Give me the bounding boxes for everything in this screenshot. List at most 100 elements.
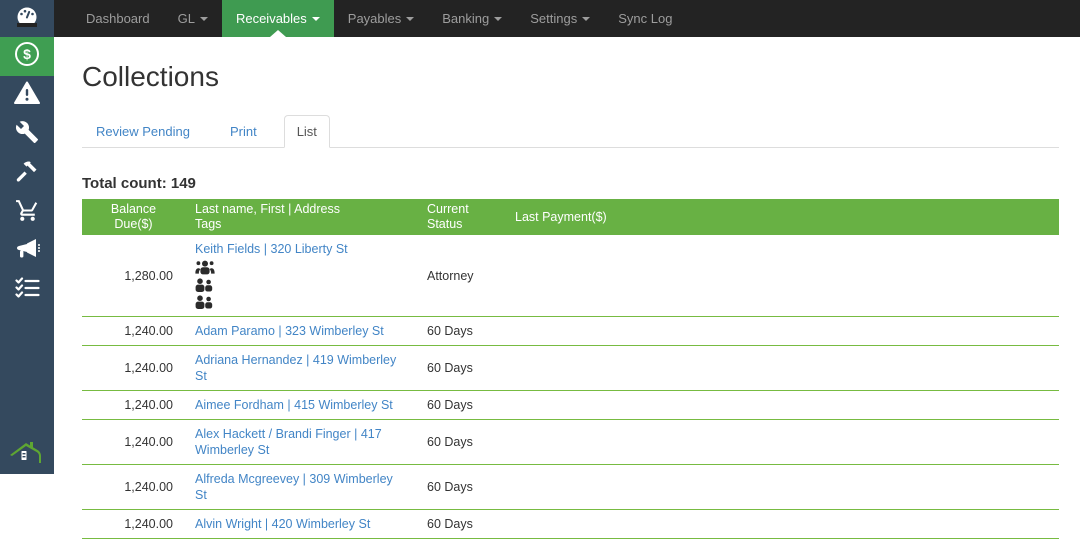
table-row: 1,240.00 Alex Hackett / Brandi Finger | … <box>82 419 1059 465</box>
nav-item-receivables[interactable]: Receivables <box>221 0 334 37</box>
last-payment-cell <box>505 316 1059 346</box>
nav-item-label: Banking <box>442 11 490 26</box>
warning-triangle-icon <box>14 81 40 110</box>
sidebar-item[interactable]: $ <box>0 37 54 76</box>
chevron-down-icon <box>311 16 320 21</box>
tab-review-pending[interactable]: Review Pending <box>83 115 203 148</box>
name-address-cell: Alex Hackett / Brandi Finger | 417 Wimbe… <box>185 419 417 465</box>
current-status-cell: 60 Days <box>417 345 505 391</box>
balance-due-cell: 1,240.00 <box>82 390 185 420</box>
name-address-cell: Keith Fields | 320 Liberty St <box>185 235 417 317</box>
table-row: 1,280.00 Keith Fields | 320 Liberty St A… <box>82 235 1059 317</box>
sidebar-item[interactable] <box>0 115 54 154</box>
table-row: 1,240.00 Aimee Fordham | 415 Wimberley S… <box>82 390 1059 420</box>
table-row: 1,240.00 Alvin Wright | 420 Wimberley St… <box>82 509 1059 539</box>
name-address-cell: Adam Paramo | 323 Wimberley St <box>185 316 417 346</box>
chevron-down-icon <box>582 16 591 21</box>
sidebar-item[interactable] <box>0 271 54 310</box>
sidebar-item[interactable] <box>0 154 54 193</box>
nav-item-label: Dashboard <box>86 11 150 26</box>
tag-icons <box>195 260 407 310</box>
users-pair-icon <box>195 295 407 310</box>
speedometer-icon <box>15 4 39 33</box>
customer-link[interactable]: Adam Paramo | 323 Wimberley St <box>195 324 384 338</box>
current-status-cell: 60 Days <box>417 419 505 465</box>
col-header-current-status: Current Status <box>417 199 505 235</box>
balance-due-cell: 1,240.00 <box>82 345 185 391</box>
col-header-name-tags: Last name, First | Address Tags <box>185 199 417 235</box>
megaphone-icon <box>15 238 40 266</box>
nav-item-label: Payables <box>347 11 402 26</box>
name-address-cell: Aimee Fordham | 415 Wimberley St <box>185 390 417 420</box>
last-payment-cell <box>505 235 1059 317</box>
nav-item-settings[interactable]: Settings <box>516 0 604 37</box>
last-payment-cell <box>505 509 1059 539</box>
users-group-icon <box>195 260 407 276</box>
customer-link[interactable]: Adriana Hernandez | 419 Wimberley St <box>195 353 396 383</box>
col-header-balance-due: Balance Due($) <box>82 199 185 235</box>
customer-link[interactable]: Alfreda Mcgreevey | 309 Wimberley St <box>195 472 393 502</box>
wrench-icon <box>15 120 39 149</box>
customer-link[interactable]: Alex Hackett / Brandi Finger | 417 Wimbe… <box>195 427 382 457</box>
last-payment-cell <box>505 390 1059 420</box>
current-status-cell: Attorney <box>417 235 505 317</box>
customer-link[interactable]: Alvin Wright | 420 Wimberley St <box>195 517 370 531</box>
nav-item-label: Receivables <box>235 11 307 26</box>
table-header-row: Balance Due($) Last name, First | Addres… <box>82 199 1059 235</box>
nav-item-sync-log[interactable]: Sync Log <box>604 0 686 37</box>
tab-list[interactable]: List <box>283 115 330 148</box>
total-count: Total count: 149 <box>82 175 196 192</box>
current-status-cell: 60 Days <box>417 390 505 420</box>
nav-menu: Dashboard GL Receivables Payables Bankin… <box>72 0 686 37</box>
table-row: 1,240.00 Alfreda Mcgreevey | 309 Wimberl… <box>82 464 1059 510</box>
checklist-icon <box>14 277 40 304</box>
nav-item-dashboard[interactable]: Dashboard <box>72 0 164 37</box>
balance-due-cell: 1,240.00 <box>82 419 185 465</box>
last-payment-cell <box>505 419 1059 465</box>
name-address-cell: Adriana Hernandez | 419 Wimberley St <box>185 345 417 391</box>
balance-due-cell: 1,240.00 <box>82 316 185 346</box>
collections-table: Balance Due($) Last name, First | Addres… <box>82 199 1059 539</box>
sidebar-footer-logo <box>0 439 54 470</box>
last-payment-cell <box>505 345 1059 391</box>
balance-due-cell: 1,240.00 <box>82 464 185 510</box>
name-address-cell: Alvin Wright | 420 Wimberley St <box>185 509 417 539</box>
customer-link[interactable]: Aimee Fordham | 415 Wimberley St <box>195 398 393 412</box>
left-sidebar: $ <box>0 37 54 474</box>
active-tab-notch <box>269 30 286 37</box>
nav-item-gl[interactable]: GL <box>164 0 222 37</box>
chevron-down-icon <box>494 16 503 21</box>
table-row: 1,240.00 Adam Paramo | 323 Wimberley St … <box>82 316 1059 346</box>
customer-link[interactable]: Keith Fields | 320 Liberty St <box>195 242 348 256</box>
sidebar-item[interactable] <box>0 232 54 271</box>
col-header-last-payment: Last Payment($) <box>505 199 1059 235</box>
balance-due-cell: 1,240.00 <box>82 509 185 539</box>
nav-item-payables[interactable]: Payables <box>334 0 428 37</box>
nav-item-banking[interactable]: Banking <box>428 0 516 37</box>
users-pair-icon <box>195 278 407 293</box>
balance-due-cell: 1,280.00 <box>82 235 185 317</box>
nav-item-label: Settings <box>530 11 578 26</box>
svg-text:$: $ <box>23 46 31 62</box>
current-status-cell: 60 Days <box>417 316 505 346</box>
house-roof-icon <box>8 439 46 470</box>
nav-item-label: GL <box>177 11 195 26</box>
dollar-circle-icon: $ <box>14 41 40 72</box>
main-content: Collections Review Pending Print List To… <box>54 37 1080 539</box>
sidebar-item[interactable] <box>0 193 54 232</box>
chevron-down-icon <box>406 16 415 21</box>
cart-icon <box>15 198 40 228</box>
sidebar-item[interactable] <box>0 76 54 115</box>
page-title: Collections <box>82 61 219 92</box>
hammer-icon <box>15 159 39 188</box>
current-status-cell: 60 Days <box>417 464 505 510</box>
last-payment-cell <box>505 464 1059 510</box>
nav-item-label: Sync Log <box>618 11 673 26</box>
top-navbar: Dashboard GL Receivables Payables Bankin… <box>0 0 1080 37</box>
table-row: 1,240.00 Adriana Hernandez | 419 Wimberl… <box>82 345 1059 391</box>
app-logo[interactable] <box>0 0 54 37</box>
current-status-cell: 60 Days <box>417 509 505 539</box>
chevron-down-icon <box>199 16 208 21</box>
name-address-cell: Alfreda Mcgreevey | 309 Wimberley St <box>185 464 417 510</box>
tab-print[interactable]: Print <box>217 115 270 148</box>
